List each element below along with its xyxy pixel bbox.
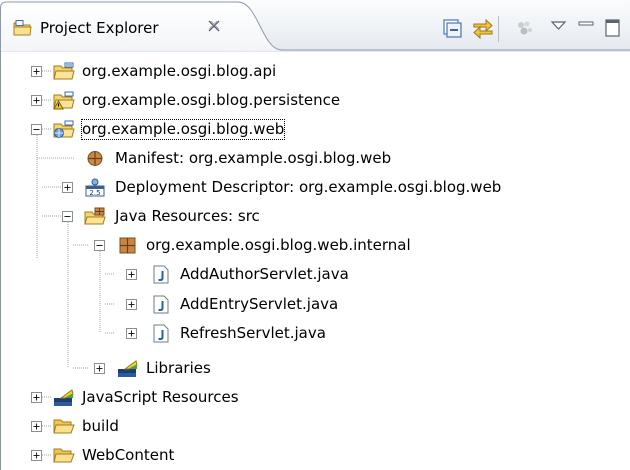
java-file-icon (153, 324, 169, 343)
tree-item-java-resources[interactable]: Java Resources: src (0, 202, 630, 231)
close-icon[interactable] (206, 18, 222, 34)
plugin-project-warning-icon (53, 91, 75, 110)
view-title: Project Explorer (40, 19, 159, 37)
filters-icon (518, 21, 532, 35)
folder-icon (53, 419, 75, 434)
folder-icon (53, 448, 75, 463)
link-with-editor-button[interactable] (470, 16, 496, 40)
tree-item-add-entry-servlet[interactable]: AddEntryServlet.java (0, 290, 630, 319)
project-explorer-folder-icon (13, 20, 32, 36)
view-menu-button[interactable] (546, 16, 572, 40)
collapse-icon[interactable] (62, 211, 73, 222)
expand-icon[interactable] (31, 450, 42, 461)
tree-item-label: AddEntryServlet.java (180, 295, 339, 313)
java-resources-icon (84, 207, 106, 225)
filters-button[interactable] (512, 16, 538, 40)
toolbar-separator (498, 16, 499, 42)
expand-icon[interactable] (31, 421, 42, 432)
tree-item-build[interactable]: build (0, 412, 630, 441)
tree-item-label: JavaScript Resources (82, 388, 239, 406)
collapse-icon[interactable] (94, 240, 105, 251)
tree-item-libraries[interactable]: Libraries (0, 354, 630, 383)
tree-item-blog-api[interactable]: org.example.osgi.blog.api (0, 57, 630, 86)
tree-item-label: WebContent (82, 446, 175, 464)
libraries-icon (118, 360, 138, 377)
maximize-icon (605, 19, 620, 37)
tree-item-manifest[interactable]: Manifest: org.example.osgi.blog.web (0, 144, 630, 173)
minimize-button[interactable] (574, 16, 600, 40)
manifest-icon (87, 151, 103, 166)
tree-item-label: AddAuthorServlet.java (180, 265, 349, 283)
collapse-all-icon (443, 19, 462, 38)
project-explorer-header: Project Explorer (0, 0, 630, 52)
libraries-icon (54, 389, 74, 406)
expand-icon[interactable] (126, 299, 137, 310)
expand-icon[interactable] (31, 392, 42, 403)
package-icon (119, 237, 136, 254)
tree-item-label: org.example.osgi.blog.api (82, 62, 277, 80)
tree-item-label: org.example.osgi.blog.web.internal (146, 236, 411, 254)
tree-item-package-internal[interactable]: org.example.osgi.blog.web.internal (0, 231, 630, 260)
java-file-icon (153, 265, 169, 284)
tree-item-javascript-resources[interactable]: JavaScript Resources (0, 383, 630, 412)
tree-item-label: Java Resources: src (115, 207, 260, 225)
tree-item-label: org.example.osgi.blog.persistence (82, 91, 341, 109)
deployment-descriptor-icon: 2.5 (85, 178, 105, 197)
tree-item-label: Deployment Descriptor: org.example.osgi.… (115, 178, 502, 196)
maximize-button[interactable] (600, 16, 626, 40)
svg-text:2.5: 2.5 (89, 189, 100, 197)
tree-item-webcontent[interactable]: WebContent (0, 441, 630, 470)
web-project-icon (53, 120, 75, 138)
expand-icon[interactable] (31, 95, 42, 106)
plugin-project-icon (53, 62, 75, 80)
project-tree: org.example.osgi.blog.api org.example.os… (0, 51, 630, 470)
chevron-down-icon (550, 21, 567, 30)
expand-icon[interactable] (62, 182, 73, 193)
expand-icon[interactable] (126, 269, 137, 280)
tree-item-label: build (82, 417, 119, 435)
tree-item-blog-web[interactable]: org.example.osgi.blog.web (0, 115, 630, 144)
link-with-editor-icon (473, 18, 493, 40)
expand-icon[interactable] (126, 328, 137, 339)
java-file-icon (153, 295, 169, 314)
expand-icon[interactable] (94, 363, 105, 374)
tree-item-label: RefreshServlet.java (180, 324, 326, 342)
expand-icon[interactable] (31, 66, 42, 77)
tree-item-label: org.example.osgi.blog.web (80, 119, 286, 140)
tree-item-label: Libraries (146, 359, 211, 377)
collapse-icon[interactable] (31, 124, 42, 135)
tree-item-deployment-descriptor[interactable]: 2.5 Deployment Descriptor: org.example.o… (0, 173, 630, 202)
collapse-all-button[interactable] (438, 16, 464, 40)
tree-item-blog-persistence[interactable]: org.example.osgi.blog.persistence (0, 86, 630, 115)
tree-item-add-author-servlet[interactable]: AddAuthorServlet.java (0, 260, 630, 289)
tree-item-label: Manifest: org.example.osgi.blog.web (115, 149, 392, 167)
minimize-icon (578, 21, 594, 26)
tree-item-refresh-servlet[interactable]: RefreshServlet.java (0, 319, 630, 348)
